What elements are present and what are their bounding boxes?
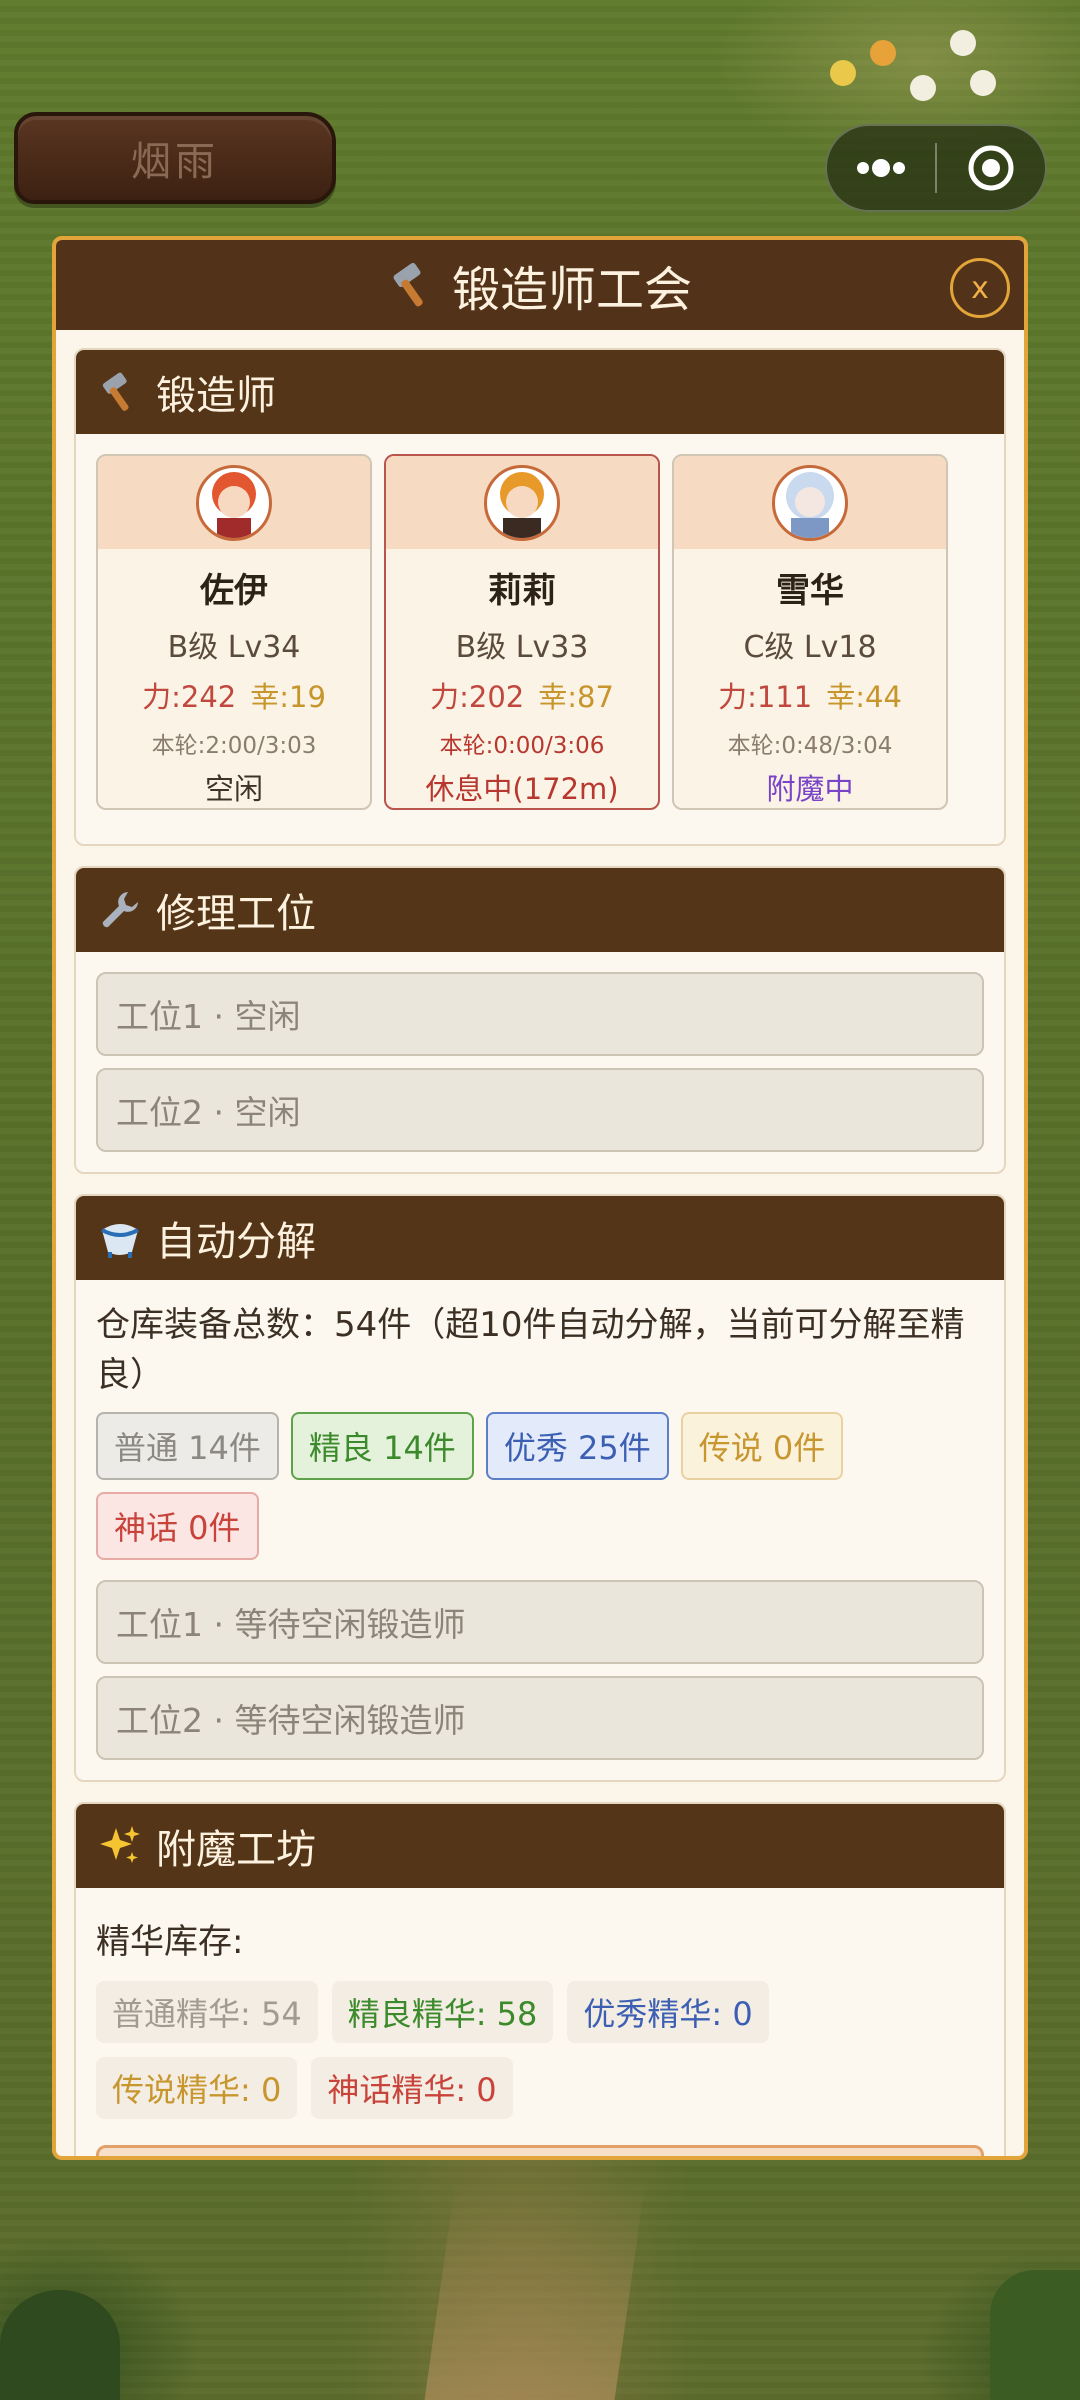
rarity-chip-normal[interactable]: 普通 14件 [96,1412,279,1480]
section-title: 自动分解 [156,1219,316,1265]
rarity-chip-excellent[interactable]: 优秀 25件 [485,1412,669,1480]
smith-round: 本轮:0:00/3:06 [439,733,605,759]
flower-patch [820,20,1020,130]
warehouse-summary: 仓库装备总数：54件（超10件自动分解，当前可分解至精良） [96,1305,965,1395]
smith-card[interactable]: 佐伊 B级 Lv34 力:242 幸:19 本轮:2:00/3:03 空闲 [96,454,372,810]
smiths-section: 锻造师 佐伊 B级 Lv34 力:242 幸:19 本轮:2:00/3:03 空… [74,348,1006,846]
decompose-section: 自动分解 仓库装备总数：54件（超10件自动分解，当前可分解至精良） 普通 14… [74,1194,1006,1782]
repair-slot[interactable]: 工位1 · 空闲 [96,972,984,1056]
rarity-chip-fine[interactable]: 精良 14件 [290,1412,474,1480]
smith-name: 雪华 [776,571,844,611]
smith-power: 力:242 [142,680,237,714]
smith-grade: C级 Lv18 [743,630,877,665]
decompose-slot[interactable]: 工位2 · 等待空闲锻造师 [96,1676,984,1760]
close-miniprogram-button[interactable] [937,126,1045,210]
essence-mythic: 神话精华: 0 [311,2057,513,2119]
modal-header: 锻造师工会 x [56,240,1024,330]
tree-shadow [0,2290,120,2400]
modal-title: 锻造师工会 [451,262,692,318]
smith-card[interactable]: 雪华 C级 Lv18 力:111 幸:44 本轮:0:48/3:04 附魔中 [672,454,948,810]
smith-status: 休息中(172m) [425,772,619,806]
hammer-icon [102,372,129,411]
enchant-panel-peek[interactable] [96,2145,984,2156]
wrench-icon [102,892,138,928]
smith-luck: 幸:44 [826,680,902,714]
avatar [484,464,560,541]
section-header: 附魔工坊 [76,1804,1004,1888]
forge-guild-modal: 锻造师工会 x 锻造师 佐伊 B级 Lv34 力:242 幸:19 本轮:2:0… [52,236,1028,2160]
hammer-icon [393,262,423,307]
decompose-slot[interactable]: 工位1 · 等待空闲锻造师 [96,1580,984,1664]
enchant-section: 附魔工坊 精华库存: 普通精华: 54 精良精华: 58 优秀精华: 0 传说精… [74,1802,1006,2156]
smith-status: 空闲 [204,772,263,806]
player-name-sign[interactable]: 烟雨 [14,112,336,204]
crucible-icon [101,1224,139,1258]
section-header: 自动分解 [76,1196,1004,1280]
smith-grade: B级 Lv33 [455,630,589,665]
smith-status: 附魔中 [766,772,854,806]
section-title: 锻造师 [156,373,276,419]
repair-slot[interactable]: 工位2 · 空闲 [96,1068,984,1152]
more-button[interactable] [827,126,935,210]
rarity-chip-legendary[interactable]: 传说 0件 [680,1412,844,1480]
smith-power: 力:202 [430,680,525,714]
section-header: 修理工位 [76,868,1004,952]
section-title: 附魔工坊 [156,1827,316,1873]
player-name: 烟雨 [131,139,219,185]
smith-name: 莉莉 [488,571,556,611]
miniprogram-capsule [825,124,1047,212]
section-title: 修理工位 [156,891,316,937]
essence-fine: 精良精华: 58 [331,1981,554,2043]
smith-luck: 幸:19 [250,680,326,714]
dirt-path [424,2180,646,2400]
smith-round: 本轮:0:48/3:04 [727,733,893,759]
smith-card[interactable]: 莉莉 B级 Lv33 力:202 幸:87 本轮:0:00/3:06 休息中(1… [384,454,660,810]
avatar [196,464,272,541]
essence-legendary: 传说精华: 0 [96,2057,298,2119]
bush [990,2270,1080,2400]
essence-normal: 普通精华: 54 [96,1981,318,2043]
sparkles-icon [100,1826,140,1863]
essence-excellent: 优秀精华: 0 [567,1981,769,2043]
smith-power: 力:111 [718,680,813,714]
close-button[interactable]: x [950,258,1010,318]
rarity-chip-mythic[interactable]: 神话 0件 [96,1492,259,1560]
smith-luck: 幸:87 [538,680,614,714]
smith-grade: B级 Lv34 [167,630,301,665]
section-header: 锻造师 [76,350,1004,434]
avatar [772,464,848,541]
more-dots-icon [857,159,905,177]
smith-name: 佐伊 [200,571,268,611]
essence-label: 精华库存: [96,1922,244,1962]
repair-section: 修理工位 工位1 · 空闲 工位2 · 空闲 [74,866,1006,1174]
target-icon [968,145,1014,191]
smith-round: 本轮:2:00/3:03 [151,733,317,759]
